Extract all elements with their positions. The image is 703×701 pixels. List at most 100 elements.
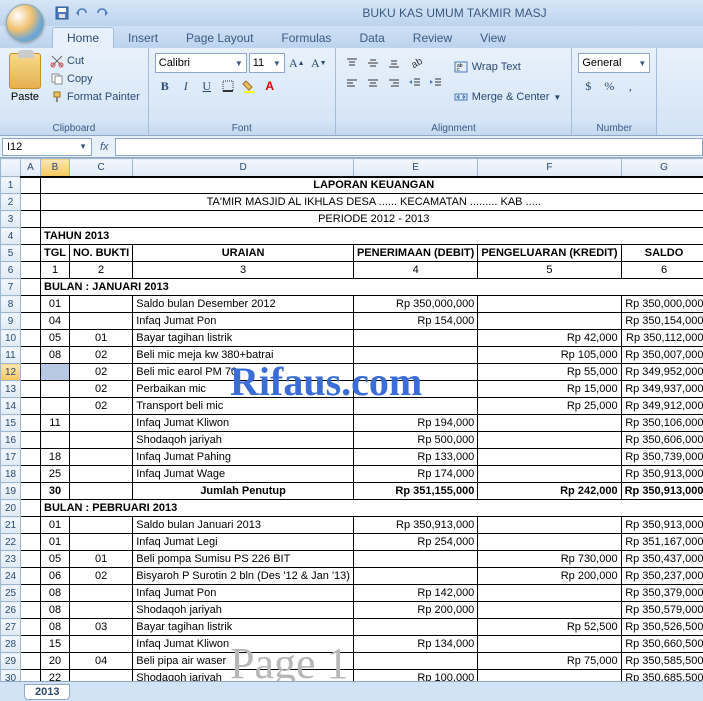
cell-E17[interactable]: Rp 133,000: [353, 449, 477, 466]
cell-F19[interactable]: Rp 242,000: [478, 483, 621, 500]
cell-E15[interactable]: Rp 194,000: [353, 415, 477, 432]
row-header-29[interactable]: 29: [1, 653, 21, 670]
cell-B27[interactable]: 08: [41, 619, 70, 636]
cell-A7[interactable]: [21, 279, 41, 296]
cell-F29[interactable]: Rp 75,000: [478, 653, 621, 670]
cell-F23[interactable]: Rp 730,000: [478, 551, 621, 568]
cell-A28[interactable]: [21, 636, 41, 653]
cell-E10[interactable]: [353, 330, 477, 347]
save-icon[interactable]: [54, 5, 70, 21]
cell-C26[interactable]: [70, 602, 133, 619]
cell-A13[interactable]: [21, 381, 41, 398]
cell-E8[interactable]: Rp 350,000,000: [353, 296, 477, 313]
cell-G12[interactable]: Rp 349,952,000: [621, 364, 703, 381]
currency-button[interactable]: $: [578, 76, 598, 96]
cell-A21[interactable]: [21, 517, 41, 534]
cell-A30[interactable]: [21, 670, 41, 682]
cell-B12[interactable]: [41, 364, 70, 381]
cell-G5[interactable]: SALDO: [621, 245, 703, 262]
align-middle-button[interactable]: [363, 53, 383, 73]
cell-D19[interactable]: Jumlah Penutup: [133, 483, 354, 500]
cell-G13[interactable]: Rp 349,937,000: [621, 381, 703, 398]
cell-G11[interactable]: Rp 350,007,000: [621, 347, 703, 364]
cell-G8[interactable]: Rp 350,000,000: [621, 296, 703, 313]
tab-home[interactable]: Home: [52, 27, 114, 48]
cell-A27[interactable]: [21, 619, 41, 636]
cell-A1[interactable]: [21, 177, 41, 194]
undo-icon[interactable]: [74, 5, 90, 21]
cell-E13[interactable]: [353, 381, 477, 398]
number-format-combo[interactable]: General▼: [578, 53, 650, 73]
cell-F9[interactable]: [478, 313, 621, 330]
cell-A12[interactable]: [21, 364, 41, 381]
row-header-2[interactable]: 2: [1, 194, 21, 211]
cell-E22[interactable]: Rp 254,000: [353, 534, 477, 551]
cell-E18[interactable]: Rp 174,000: [353, 466, 477, 483]
cell-B16[interactable]: [41, 432, 70, 449]
cell-D24[interactable]: Bisyaroh P Surotin 2 bln (Des '12 & Jan …: [133, 568, 354, 585]
cell-G28[interactable]: Rp 350,660,500: [621, 636, 703, 653]
cell-B6[interactable]: 1: [41, 262, 70, 279]
comma-button[interactable]: ,: [620, 76, 640, 96]
cell-E5[interactable]: PENERIMAAN (DEBIT): [353, 245, 477, 262]
cell-A2[interactable]: [21, 194, 41, 211]
cell-C13[interactable]: 02: [70, 381, 133, 398]
cell-B18[interactable]: 25: [41, 466, 70, 483]
cell-A6[interactable]: [21, 262, 41, 279]
row-header-27[interactable]: 27: [1, 619, 21, 636]
cell-C6[interactable]: 2: [70, 262, 133, 279]
cell-E14[interactable]: [353, 398, 477, 415]
cell-A29[interactable]: [21, 653, 41, 670]
tab-insert[interactable]: Insert: [114, 28, 172, 48]
cell-A4[interactable]: [21, 228, 41, 245]
cell-D22[interactable]: Infaq Jumat Legi: [133, 534, 354, 551]
merge-center-button[interactable]: Merge & Center ▼: [450, 83, 566, 111]
cell-E23[interactable]: [353, 551, 477, 568]
cell-A15[interactable]: [21, 415, 41, 432]
increase-indent-button[interactable]: [426, 73, 446, 93]
cell-A16[interactable]: [21, 432, 41, 449]
cell-C25[interactable]: [70, 585, 133, 602]
cell-F8[interactable]: [478, 296, 621, 313]
format-painter-button[interactable]: Format Painter: [48, 89, 142, 105]
cell-D17[interactable]: Infaq Jumat Pahing: [133, 449, 354, 466]
cell-F17[interactable]: [478, 449, 621, 466]
cell-A8[interactable]: [21, 296, 41, 313]
cell-E24[interactable]: [353, 568, 477, 585]
cell-G15[interactable]: Rp 350,106,000: [621, 415, 703, 432]
cell-C28[interactable]: [70, 636, 133, 653]
cell-D30[interactable]: Shodaqoh jariyah: [133, 670, 354, 682]
cell-B20[interactable]: BULAN : PEBRUARI 2013: [41, 500, 703, 517]
cell-D25[interactable]: Infaq Jumat Pon: [133, 585, 354, 602]
cell-B4[interactable]: TAHUN 2013: [41, 228, 703, 245]
cell-A14[interactable]: [21, 398, 41, 415]
row-header-1[interactable]: 1: [1, 177, 21, 194]
cell-F13[interactable]: Rp 15,000: [478, 381, 621, 398]
cell-B7[interactable]: BULAN : JANUARI 2013: [41, 279, 703, 296]
row-header-26[interactable]: 26: [1, 602, 21, 619]
cell-B13[interactable]: [41, 381, 70, 398]
worksheet-grid[interactable]: ABCDEFGH1LAPORAN KEUANGAN2TA'MIR MASJID …: [0, 158, 703, 681]
row-header-16[interactable]: 16: [1, 432, 21, 449]
cell-B9[interactable]: 04: [41, 313, 70, 330]
cell-F15[interactable]: [478, 415, 621, 432]
row-header-9[interactable]: 9: [1, 313, 21, 330]
col-header-G[interactable]: G: [621, 159, 703, 177]
cell-C18[interactable]: [70, 466, 133, 483]
cell-D10[interactable]: Bayar tagihan listrik: [133, 330, 354, 347]
row-header-20[interactable]: 20: [1, 500, 21, 517]
fill-color-button[interactable]: [239, 76, 259, 96]
cell-B14[interactable]: [41, 398, 70, 415]
redo-icon[interactable]: [94, 5, 110, 21]
cell-D29[interactable]: Beli pipa air waser: [133, 653, 354, 670]
row-header-24[interactable]: 24: [1, 568, 21, 585]
cell-B11[interactable]: 08: [41, 347, 70, 364]
cell-B24[interactable]: 06: [41, 568, 70, 585]
cell-F11[interactable]: Rp 105,000: [478, 347, 621, 364]
cut-button[interactable]: Cut: [48, 53, 142, 69]
cell-F30[interactable]: [478, 670, 621, 682]
cell-G6[interactable]: 6: [621, 262, 703, 279]
cell-F25[interactable]: [478, 585, 621, 602]
col-header-A[interactable]: A: [21, 159, 41, 177]
cell-G17[interactable]: Rp 350,739,000: [621, 449, 703, 466]
